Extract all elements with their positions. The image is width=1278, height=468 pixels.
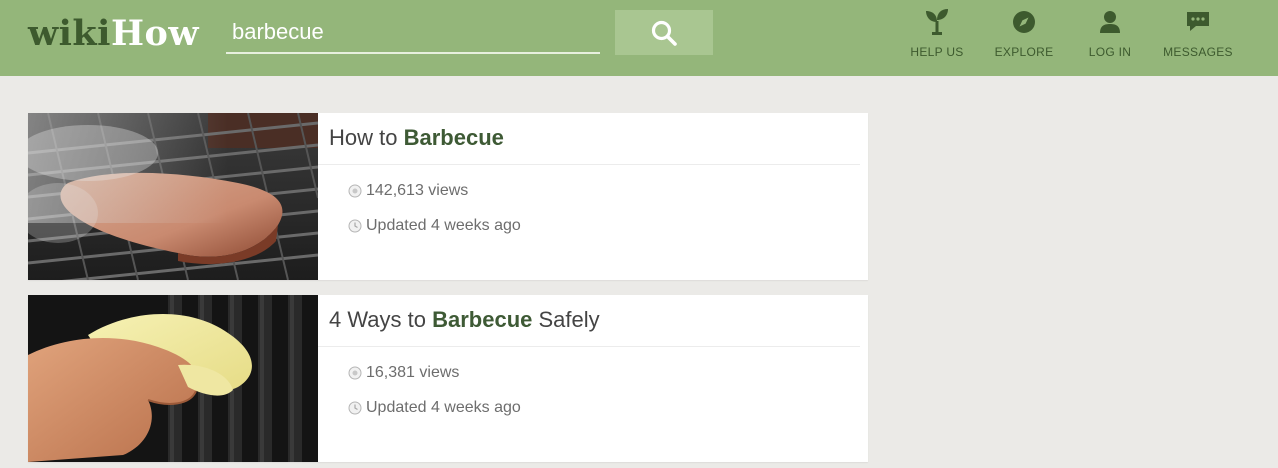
logo-wiki-text: wiki: [28, 13, 111, 54]
result-title-link[interactable]: 4 Ways to Barbecue Safely: [329, 305, 859, 345]
top-bar: wikiHow HELP US EXPLORE: [0, 0, 1278, 76]
divider: [318, 164, 860, 165]
eye-icon: [348, 366, 362, 380]
logo-how-text: How: [110, 13, 200, 54]
updated-row: Updated 4 weeks ago: [348, 398, 521, 418]
nav-log-in[interactable]: LOG IN: [1082, 0, 1138, 76]
sprout-icon: [922, 8, 952, 36]
search-input[interactable]: [226, 14, 600, 50]
updated-text: Updated 4 weeks ago: [366, 399, 521, 416]
updated-text: Updated 4 weeks ago: [366, 217, 521, 234]
clock-icon: [348, 219, 362, 233]
result-title-link[interactable]: How to Barbecue: [329, 123, 859, 163]
chat-bubble-icon: [1183, 8, 1213, 36]
title-keyword: Barbecue: [432, 307, 533, 332]
nav-help-us[interactable]: HELP US: [904, 0, 970, 76]
clock-icon: [348, 401, 362, 415]
view-count: 16,381 views: [366, 364, 460, 381]
result-thumbnail-hand-cleaning-grill[interactable]: [28, 295, 318, 462]
search-result-card[interactable]: How to Barbecue 142,613 views Updated 4 …: [28, 113, 868, 280]
title-suffix: Safely: [532, 307, 600, 332]
nav-messages[interactable]: MESSAGES: [1156, 0, 1240, 76]
compass-icon: [1009, 8, 1039, 36]
title-prefix: How to: [329, 125, 404, 150]
user-icon: [1095, 8, 1125, 36]
result-thumbnail-ribs-on-grill[interactable]: [28, 113, 318, 280]
eye-icon: [348, 184, 362, 198]
nav-help-us-label: HELP US: [910, 45, 964, 59]
views-row: 16,381 views: [348, 363, 459, 383]
search-icon: [651, 20, 677, 46]
view-count: 142,613 views: [366, 182, 469, 199]
nav-explore-label: EXPLORE: [994, 45, 1054, 59]
title-prefix: 4 Ways to: [329, 307, 433, 332]
nav-log-in-label: LOG IN: [1088, 45, 1132, 59]
divider: [318, 346, 860, 347]
search-field: [226, 14, 600, 54]
updated-row: Updated 4 weeks ago: [348, 216, 521, 236]
title-keyword: Barbecue: [403, 125, 504, 150]
search-button[interactable]: [615, 10, 713, 55]
wikihow-logo[interactable]: wikiHow: [28, 12, 199, 56]
views-row: 142,613 views: [348, 181, 468, 201]
search-result-card[interactable]: 4 Ways to Barbecue Safely 16,381 views U…: [28, 295, 868, 462]
nav-explore[interactable]: EXPLORE: [990, 0, 1058, 76]
nav-messages-label: MESSAGES: [1163, 45, 1233, 59]
